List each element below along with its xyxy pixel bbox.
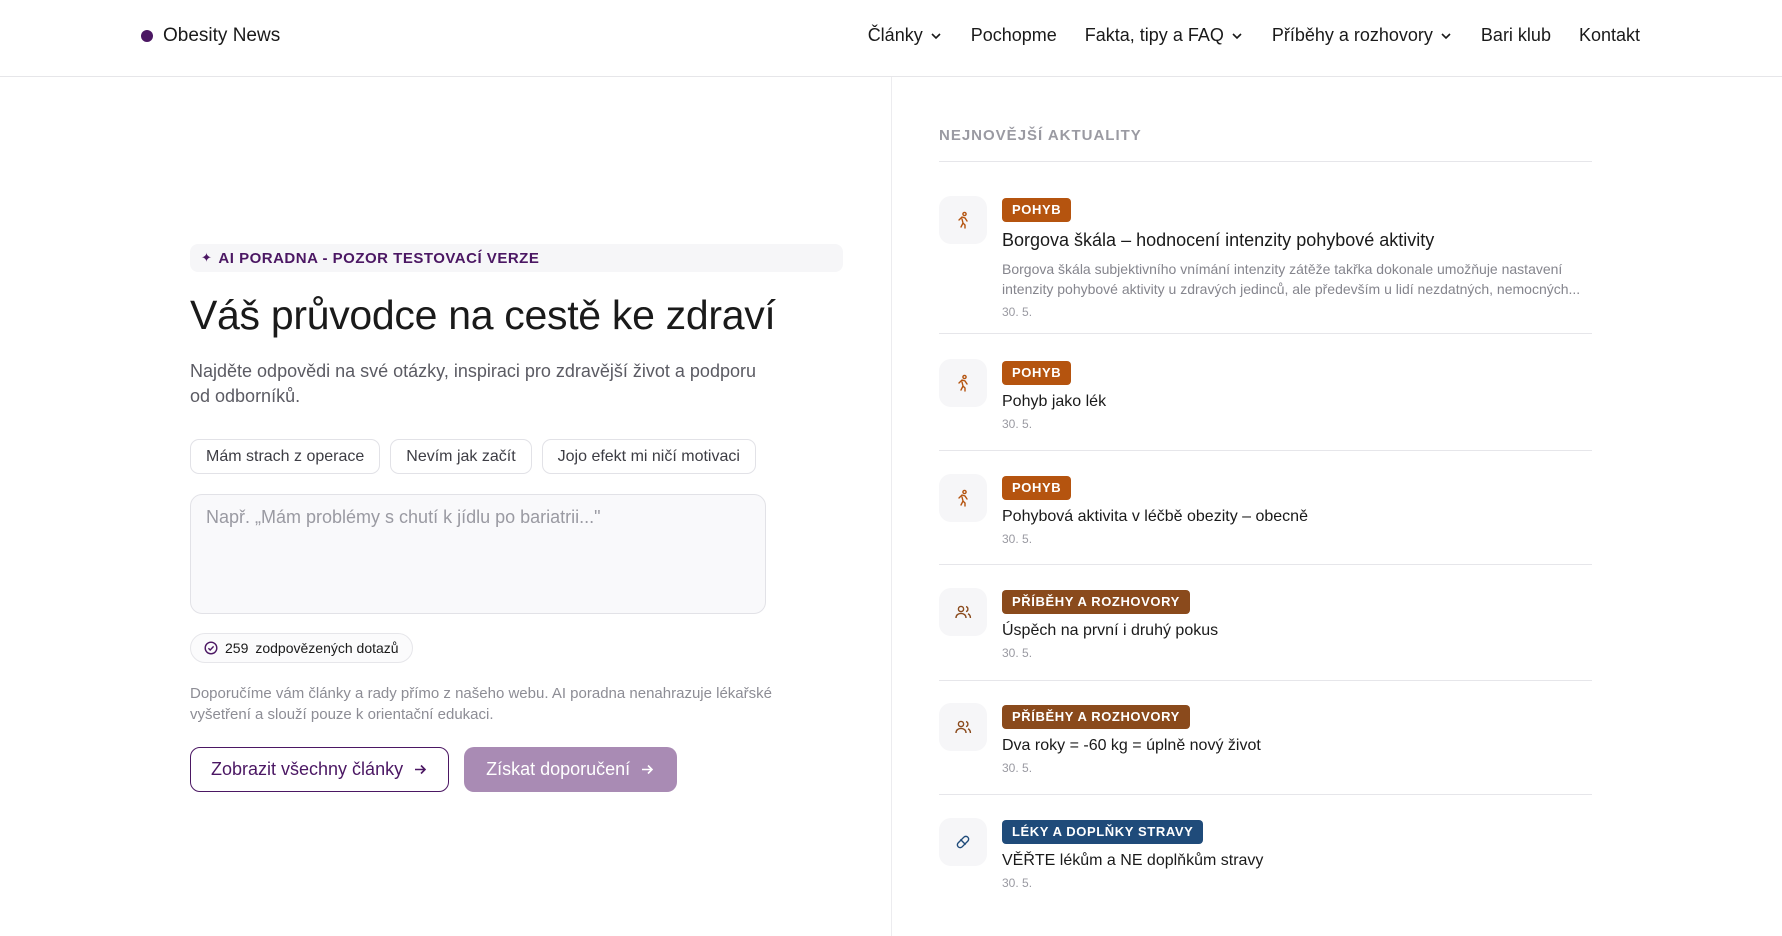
news-date: 30. 5. (1002, 761, 1033, 775)
running-icon (939, 359, 987, 407)
news-separator (939, 564, 1592, 565)
news-item-body: PŘÍBĚHY A ROZHOVORY Úspěch na první i dr… (1002, 590, 1592, 660)
news-title[interactable]: Dva roky = -60 kg = úplně nový život (1002, 737, 1592, 755)
nav-item-pochopme[interactable]: Pochopme (971, 25, 1057, 46)
news-date: 30. 5. (1002, 305, 1033, 319)
users-icon (939, 703, 987, 751)
news-heading: NEJNOVĚJŠÍ AKTUALITY (939, 127, 1142, 144)
column-divider (891, 77, 892, 936)
category-tag: POHYB (1002, 361, 1072, 385)
news-date: 30. 5. (1002, 646, 1033, 660)
nav-item-pribehy[interactable]: Příběhy a rozhovory (1272, 25, 1453, 46)
news-item-body: POHYB Pohybová aktivita v léčbě obezity … (1002, 476, 1592, 546)
nav-label: Bari klub (1480, 25, 1551, 45)
category-tag: PŘÍBĚHY A ROZHOVORY (1002, 705, 1190, 729)
sparkle-icon: ✦ (201, 250, 213, 265)
nav-item-clanky[interactable]: Články (868, 25, 943, 46)
arrow-right-icon (642, 765, 654, 775)
question-input[interactable] (190, 494, 766, 615)
suggestion-chip[interactable]: Mám strach z operace (190, 439, 381, 475)
news-title[interactable]: Pohybová aktivita v léčbě obezity – obec… (1002, 508, 1592, 526)
category-tag: POHYB (1002, 198, 1072, 222)
news-separator (939, 333, 1592, 334)
site-header: Obesity News Články Pochopme Fakta, tipy… (0, 0, 1782, 77)
news-excerpt: Borgova škála subjektivního vnímání inte… (1002, 261, 1581, 297)
category-tag: PŘÍBĚHY A ROZHOVORY (1002, 590, 1190, 614)
news-separator (939, 450, 1592, 451)
news-title[interactable]: Pohyb jako lék (1002, 393, 1592, 411)
nav-label: Fakta, tipy a FAQ (1084, 25, 1224, 45)
brand-logo[interactable]: Obesity News (141, 25, 280, 47)
nav-label: Kontakt (1578, 25, 1640, 45)
answered-counter-badge: 259 zodpovězených dotazů (190, 633, 413, 664)
cta-row: Zobrazit všechny články Získat doporučen… (190, 747, 844, 793)
check-circle-icon (204, 641, 218, 655)
news-item-body: LÉKY A DOPLŇKY STRAVY VĚŘTE lékům a NE d… (1002, 820, 1592, 890)
news-separator (939, 680, 1592, 681)
news-date: 30. 5. (1002, 417, 1033, 431)
button-label: Získat doporučení (486, 759, 631, 780)
category-tag: LÉKY A DOPLŇKY STRAVY (1002, 820, 1204, 844)
button-label: Zobrazit všechny články (211, 759, 404, 780)
chevron-down-icon (1232, 32, 1242, 39)
nav-item-kontakt[interactable]: Kontakt (1579, 25, 1640, 46)
users-icon (939, 588, 987, 636)
running-icon (939, 196, 987, 244)
ai-advice-hero: ✦ AI PORADNA - POZOR TESTOVACÍ VERZE Váš… (190, 244, 844, 793)
answered-label: zodpovězených dotazů (255, 640, 399, 657)
chevron-down-icon (931, 32, 941, 39)
page-title: Váš průvodce na cestě ke zdraví (190, 292, 776, 338)
news-title[interactable]: Úspěch na první i druhý pokus (1002, 622, 1592, 640)
chevron-down-icon (1441, 32, 1451, 39)
nav-item-bari-klub[interactable]: Bari klub (1481, 25, 1551, 46)
news-title[interactable]: VĚŘTE lékům a NE doplňkům stravy (1002, 852, 1592, 870)
main-nav: Články Pochopme Fakta, tipy a FAQ Příběh… (868, 25, 1640, 46)
news-item-body: POHYB Borgova škála – hodnocení intenzit… (1002, 198, 1592, 319)
page-subtitle: Najděte odpovědi na své otázky, inspirac… (190, 361, 756, 407)
beta-badge: ✦ AI PORADNA - POZOR TESTOVACÍ VERZE (190, 244, 843, 272)
brand-name: Obesity News (163, 25, 281, 46)
beta-badge-text: AI PORADNA - POZOR TESTOVACÍ VERZE (218, 249, 540, 267)
nav-label: Pochopme (970, 25, 1057, 45)
brand-dot-icon (141, 30, 153, 42)
nav-label: Příběhy a rozhovory (1271, 25, 1433, 45)
disclaimer-text: Doporučíme vám články a rady přímo z naš… (190, 685, 772, 724)
nav-label: Články (867, 25, 923, 45)
news-date: 30. 5. (1002, 532, 1033, 546)
category-tag: POHYB (1002, 476, 1072, 500)
answered-count: 259 (225, 640, 249, 657)
news-item-body: POHYB Pohyb jako lék 30. 5. (1002, 361, 1592, 431)
pill-icon (939, 818, 987, 866)
suggestion-chip[interactable]: Nevím jak začít (390, 439, 532, 475)
arrow-right-icon (415, 765, 427, 775)
show-all-articles-button[interactable]: Zobrazit všechny články (190, 747, 450, 793)
running-icon (939, 474, 987, 522)
news-separator (939, 794, 1592, 795)
news-item-body: PŘÍBĚHY A ROZHOVORY Dva roky = -60 kg = … (1002, 705, 1592, 775)
news-date: 30. 5. (1002, 876, 1033, 890)
nav-item-fakta[interactable]: Fakta, tipy a FAQ (1085, 25, 1244, 46)
suggestion-chip[interactable]: Jojo efekt mi ničí motivaci (541, 439, 756, 475)
news-title[interactable]: Borgova škála – hodnocení intenzity pohy… (1002, 230, 1592, 251)
get-recommendation-button[interactable]: Získat doporučení (464, 747, 678, 793)
news-heading-rule (939, 161, 1592, 162)
suggestion-chips: Mám strach z operace Nevím jak začít Joj… (190, 439, 844, 475)
